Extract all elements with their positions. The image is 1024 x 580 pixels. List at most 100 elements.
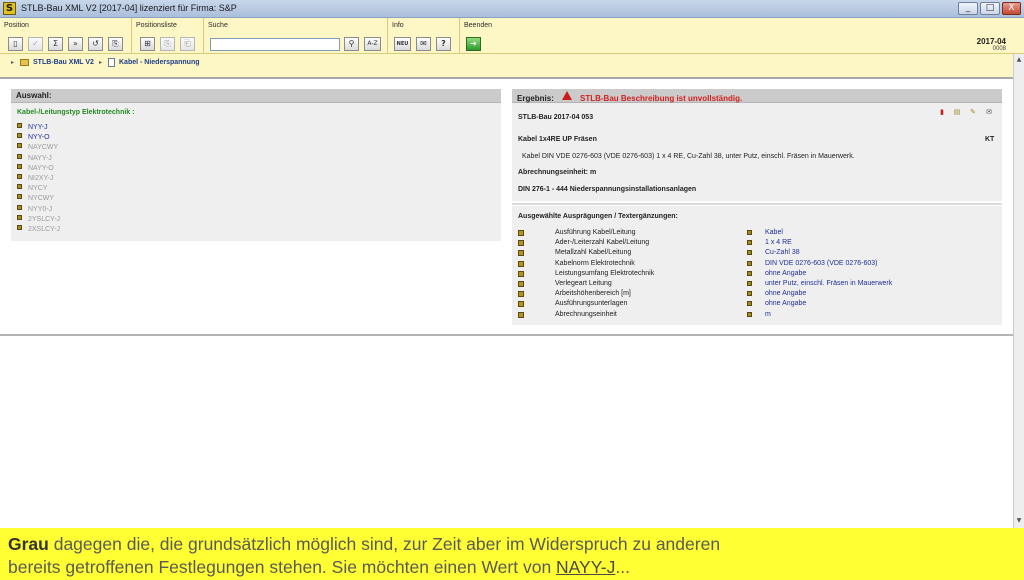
- option-item[interactable]: 2YSLCY-J: [17, 214, 60, 225]
- edit-row-icon[interactable]: [518, 250, 524, 257]
- option-item[interactable]: NAYY-O: [17, 163, 54, 174]
- selection-row[interactable]: Ausführung Kabel/Leitung Kabel: [518, 228, 998, 238]
- selection-value[interactable]: 1 x 4 RE: [765, 238, 792, 248]
- close-button[interactable]: X: [1002, 2, 1021, 15]
- scroll-down-icon[interactable]: ▼: [1015, 516, 1023, 525]
- value-bullet-icon: [747, 260, 752, 266]
- option-label: NYY-J: [28, 124, 48, 131]
- selection-value[interactable]: Kabel: [765, 228, 783, 238]
- option-item[interactable]: NAYY-J: [17, 153, 52, 164]
- option-item[interactable]: NAYCWY: [17, 143, 58, 153]
- sum-icon[interactable]: Σ: [48, 37, 63, 51]
- option-item[interactable]: NYCWY: [17, 194, 54, 204]
- list-copy-icon[interactable]: ⎘: [160, 37, 175, 51]
- note-icon[interactable]: ▤: [953, 108, 961, 117]
- selection-name: Kabelnorm Elektrotechnik: [555, 259, 635, 267]
- selection-row[interactable]: Verlegeart Leitung unter Putz, einschl. F…: [518, 279, 998, 289]
- selection-value[interactable]: m: [765, 310, 771, 320]
- version-sub-label: 0008: [992, 46, 1006, 52]
- version-box: 2017-04 0008: [977, 37, 1006, 52]
- edit-row-icon[interactable]: [518, 301, 524, 308]
- selection-name: Metallzahl Kabel/Leitung: [555, 249, 632, 257]
- vertical-scrollbar[interactable]: ▲ ▼: [1013, 54, 1024, 528]
- selection-value[interactable]: ohne Angabe: [765, 269, 806, 279]
- breadcrumb-item-root[interactable]: STLB-Bau XML V2: [33, 59, 94, 66]
- bullet-icon: [17, 194, 22, 200]
- mail-icon[interactable]: ✉: [416, 37, 431, 51]
- exit-icon[interactable]: ➜: [466, 37, 481, 51]
- option-label: NAYY-O: [28, 164, 54, 172]
- selection-value[interactable]: Cu-Zahl 38: [765, 248, 800, 258]
- breadcrumb-separator-icon: ▸: [99, 60, 103, 66]
- option-item[interactable]: NYY-O: [17, 133, 50, 143]
- az-search-button[interactable]: A-Z: [364, 37, 381, 51]
- selection-name: Ausführung Kabel/Leitung: [555, 229, 636, 236]
- value-bullet-icon: [747, 301, 752, 307]
- selection-row[interactable]: Arbeitshöhenbereich [m] ohne Angabe: [518, 289, 998, 299]
- breadcrumb: ▸ STLB-Bau XML V2 ▸ Kabel - Niederspannu…: [0, 54, 1024, 79]
- position-description: Kabel DIN VDE 0276-603 (VDE 0276-603) 1 …: [522, 153, 855, 160]
- selection-value[interactable]: unter Putz, einschl. Fräsen in Mauerwerk: [765, 279, 892, 289]
- group-positionsliste-label: Positionsliste: [136, 22, 177, 29]
- value-bullet-icon: [747, 230, 752, 235]
- breadcrumb-item-current[interactable]: Kabel - Niederspannung: [119, 59, 200, 66]
- ergebnis-reference: STLB-Bau 2017-04 053: [518, 114, 594, 121]
- edit-row-icon[interactable]: [518, 281, 524, 287]
- scroll-up-icon[interactable]: ▲: [1015, 55, 1023, 64]
- bullet-icon: [17, 143, 22, 149]
- selection-value[interactable]: DIN VDE 0276-603 (VDE 0276-603): [765, 259, 877, 269]
- option-label: NYCWY: [28, 195, 55, 203]
- binoculars-icon[interactable]: ⚲: [344, 37, 359, 51]
- caption-line-2: bereits getroffenen Festlegungen stehen.…: [8, 556, 1024, 579]
- selection-row[interactable]: Ader-/Leiterzahl Kabel/Leitung 1 x 4 RE: [518, 238, 998, 248]
- option-label: NYY-O: [28, 134, 50, 142]
- selection-name: Ader-/Leiterzahl Kabel/Leitung: [555, 239, 650, 247]
- search-input[interactable]: [210, 38, 340, 51]
- selection-row[interactable]: Kabelnorm Elektrotechnik DIN VDE 0276-603…: [518, 259, 998, 269]
- option-item[interactable]: NI2XY-J: [17, 174, 53, 184]
- selection-value[interactable]: ohne Angabe: [765, 299, 806, 309]
- selection-name: Leistungsumfang Elektrotechnik: [555, 269, 655, 277]
- auswahl-panel: Auswahl: Kabel-/Leitungstyp Elektrotechn…: [11, 89, 501, 241]
- selection-row[interactable]: Abrechnungseinheit m: [518, 310, 998, 320]
- caption-box: Grau dagegen die, die grundsätzlich mögl…: [0, 528, 1024, 580]
- option-label: NAYCWY: [28, 144, 59, 152]
- edit-row-icon[interactable]: [518, 270, 524, 277]
- breadcrumb-arrow-icon: ▸: [11, 60, 15, 66]
- caption-ellipsis: ...: [615, 557, 630, 577]
- bullet-icon: [17, 133, 22, 139]
- selection-row[interactable]: Metallzahl Kabel/Leitung Cu-Zahl 38: [518, 248, 998, 258]
- copy-icon[interactable]: ⎘: [108, 37, 123, 51]
- group-position: Position ▯ ✓ Σ » ↺ ⎘: [0, 18, 132, 54]
- unit-code: KT: [985, 136, 995, 143]
- edit-row-icon[interactable]: [518, 311, 524, 318]
- option-item[interactable]: NYY-J: [17, 123, 48, 133]
- bookmark-icon[interactable]: ▮: [938, 108, 946, 117]
- selection-value[interactable]: ohne Angabe: [765, 289, 806, 299]
- list-paste-icon[interactable]: ⎗: [180, 37, 195, 51]
- edit-row-icon[interactable]: [518, 260, 524, 267]
- new-info-button[interactable]: NEU: [394, 37, 411, 51]
- caption-bold: Grau: [8, 534, 49, 554]
- bullet-icon: [17, 204, 22, 210]
- envelope-icon[interactable]: ✉: [985, 108, 993, 117]
- selection-row[interactable]: Ausführungsunterlagen ohne Angabe: [518, 299, 998, 309]
- selection-row[interactable]: Leistungsumfang Elektrotechnik ohne Angab…: [518, 269, 998, 279]
- undo-icon[interactable]: ↺: [88, 37, 103, 51]
- value-bullet-icon: [747, 270, 752, 276]
- option-item[interactable]: NYCY: [17, 184, 47, 194]
- edit-icon[interactable]: ✎: [969, 108, 977, 117]
- minimize-button[interactable]: _: [958, 2, 978, 15]
- edit-row-icon[interactable]: [518, 240, 524, 247]
- new-position-icon[interactable]: ▯: [8, 37, 23, 51]
- list-add-icon[interactable]: ⊞: [140, 37, 155, 51]
- selection-name: Verlegeart Leitung: [555, 280, 612, 287]
- edit-row-icon[interactable]: [518, 230, 524, 236]
- check-icon[interactable]: ✓: [28, 37, 43, 51]
- option-item[interactable]: NYY0-J: [17, 204, 52, 215]
- maximize-button[interactable]: □: [980, 2, 1000, 15]
- edit-row-icon[interactable]: [518, 291, 524, 298]
- help-button[interactable]: ?: [436, 37, 451, 51]
- forward-icon[interactable]: »: [68, 37, 83, 51]
- option-item[interactable]: 2XSLCY-J: [17, 225, 60, 235]
